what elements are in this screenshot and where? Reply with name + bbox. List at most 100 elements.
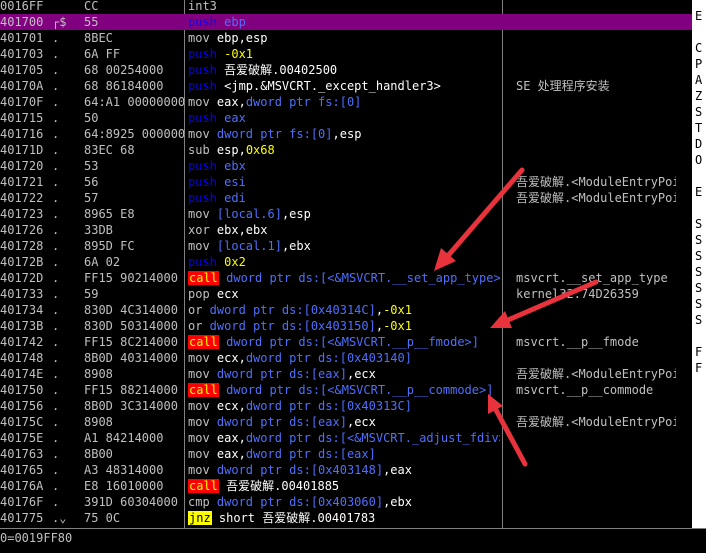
address-cell: 40170F (0, 95, 44, 109)
hex-bytes-cell: 33DB (84, 223, 113, 237)
address-cell: 40171D (0, 143, 44, 157)
code-row[interactable]: 401705. 68 00254000 push 吾爱破解.00402500 (0, 62, 692, 78)
comment-cell (516, 126, 676, 142)
mnemonic: mov (188, 367, 210, 381)
address-cell: 401775 (0, 511, 44, 525)
code-row[interactable]: 401763. 8B00 mov eax,dword ptr ds:[eax] (0, 446, 692, 462)
flow-marker: . (52, 159, 60, 173)
comment-cell (516, 478, 676, 494)
code-row[interactable]: 401775 .⌄ 75 0C jnz short 吾爱破解.00401783 (0, 510, 692, 526)
code-row[interactable]: 401748. 8B0D 40314000 mov ecx,dword ptr ds… (0, 350, 692, 366)
mnemonic: or (188, 303, 203, 317)
code-row[interactable]: 401700 ┌$ 55 push ebp (0, 14, 692, 30)
mnemonic: mov (188, 415, 210, 429)
code-row[interactable]: 40170F. 64:A1 00000000 mov eax,dword ptr f… (0, 94, 692, 110)
operand: ,esp (332, 127, 362, 141)
hex-bytes-cell: 8965 E8 (84, 207, 135, 221)
code-row[interactable]: 401715. 50 push eax (0, 110, 692, 126)
register-label: S (695, 105, 703, 119)
operand: [local.6] (209, 207, 282, 221)
hex-bytes-cell: A3 48314000 (84, 463, 164, 477)
code-row[interactable]: 40176F. 391D 60304000 cmp dword ptr ds:[0x… (0, 494, 692, 510)
operand: short 吾爱破解.00401783 (211, 511, 376, 525)
code-row[interactable]: 401728. 895D FC mov [local.1],ebx (0, 238, 692, 254)
code-row[interactable]: 40173B. 830D 50314000 or dword ptr ds:[0x4… (0, 318, 692, 334)
hex-bytes-cell: 8908 (84, 367, 113, 381)
operand: 0x2 (216, 255, 246, 269)
operand: dword ptr ds:[<&MSVCRT.__p__commode>] (218, 383, 494, 397)
address-cell: 40173B (0, 319, 44, 333)
hex-bytes-cell: 53 (84, 159, 99, 173)
code-row[interactable]: 401734. 830D 4C314000 or dword ptr ds:[0x4… (0, 302, 692, 318)
disassembly-cell: mov eax,dword ptr ds:[eax] (188, 446, 500, 462)
register-label: S (695, 249, 703, 263)
register-label: S (695, 233, 703, 247)
mnemonic: push (188, 63, 217, 77)
hex-bytes-cell: 68 86184000 (84, 79, 164, 93)
hex-bytes-cell: 8B00 (84, 447, 113, 461)
disassembly-cell: push esi (188, 174, 500, 190)
hex-bytes-cell: 64:8925 00000000 (84, 127, 184, 141)
address-cell: 0016FF (0, 0, 44, 13)
code-row[interactable]: 401765. A3 48314000 mov dword ptr ds:[0x40… (0, 462, 692, 478)
mnemonic: call (188, 479, 219, 493)
code-row[interactable]: 40172D. FF15 90214000 call dword ptr ds:[<… (0, 270, 692, 286)
mnemonic: mov (188, 239, 210, 253)
flow-marker (52, 0, 82, 14)
code-row[interactable]: 40174E. 8908 mov dword ptr ds:[eax],ecx 吾爱破… (0, 366, 692, 382)
code-row[interactable]: 401750. FF15 88214000 call dword ptr ds:[<… (0, 382, 692, 398)
operand: ecx, (209, 351, 246, 365)
code-row[interactable]: 401722. 57 push edi 吾爱破解.<ModuleEntryPoint> (0, 190, 692, 206)
code-row[interactable]: 0016FF CC int3 (0, 0, 692, 14)
flow-marker: . (52, 351, 60, 365)
comment-cell (516, 398, 676, 414)
flow-marker: . (52, 415, 60, 429)
code-row[interactable]: 40171D. 83EC 68 sub esp,0x68 (0, 142, 692, 158)
code-row[interactable]: 401726. 33DB xor ebx,ebx (0, 222, 692, 238)
registers-pane: ECPAZSTDOESSSSSSSFF (692, 0, 706, 528)
disassembly-pane[interactable]: 0016FF CC int3 401700 ┌$ 55 push ebp 401701. 8BE… (0, 0, 692, 528)
disassembly-cell: push ebx (188, 158, 500, 174)
code-row[interactable]: 40175C. 8908 mov dword ptr ds:[eax],ecx 吾爱破… (0, 414, 692, 430)
hex-bytes-cell: 55 (84, 15, 99, 29)
hex-bytes-cell: E8 16010000 (84, 479, 164, 493)
disassembly-cell: mov eax,dword ptr fs:[0] (188, 94, 500, 110)
hex-bytes-cell: 50 (84, 111, 99, 125)
code-row[interactable]: 401756. 8B0D 3C314000 mov ecx,dword ptr ds… (0, 398, 692, 414)
code-row[interactable]: 401720. 53 push ebx (0, 158, 692, 174)
disassembly-cell: or dword ptr ds:[0x40314C],-0x1 (188, 302, 500, 318)
address-cell: 401703 (0, 47, 44, 61)
code-row[interactable]: 40175E. A1 84214000 mov eax,dword ptr ds:[… (0, 430, 692, 446)
hex-bytes-cell: 57 (84, 191, 99, 205)
comment-cell (516, 510, 676, 526)
code-row[interactable]: 401742. FF15 8C214000 call dword ptr ds:[<… (0, 334, 692, 350)
mnemonic: mov (188, 399, 210, 413)
mnemonic: mov (188, 127, 210, 141)
disassembly-cell: mov dword ptr ds:[eax],ecx (188, 366, 500, 382)
address-cell: 40175E (0, 431, 44, 445)
mnemonic: jnz (188, 511, 212, 525)
code-row[interactable]: 401716. 64:8925 00000000 mov dword ptr fs:… (0, 126, 692, 142)
code-row[interactable]: 401721. 56 push esi 吾爱破解.<ModuleEntryPoint> (0, 174, 692, 190)
hex-bytes-cell: 6A 02 (84, 255, 121, 269)
code-row[interactable]: 40172B. 6A 02 push 0x2 (0, 254, 692, 270)
code-row[interactable]: 401733. 59 pop ecx kernel32.74D26359 (0, 286, 692, 302)
disassembly-cell: mov ecx,dword ptr ds:[0x40313C] (188, 398, 500, 414)
hex-bytes-cell: 83EC 68 (84, 143, 135, 157)
code-row[interactable]: 401701. 8BEC mov ebp,esp (0, 30, 692, 46)
flow-marker: . (52, 95, 60, 109)
disassembly-cell: push eax (188, 110, 500, 126)
address-cell: 401763 (0, 447, 44, 461)
register-label: E (695, 9, 703, 23)
status-bar: 0=0019FF80 (0, 528, 706, 553)
address-cell: 401722 (0, 191, 44, 205)
register-label: S (695, 297, 703, 311)
mnemonic: push (188, 159, 217, 173)
comment-cell (516, 158, 676, 174)
code-row[interactable]: 401723. 8965 E8 mov [local.6],esp (0, 206, 692, 222)
code-row[interactable]: 401703. 6A FF push -0x1 (0, 46, 692, 62)
code-row[interactable]: 40170A. 68 86184000 push <jmp.&MSVCRT._exc… (0, 78, 692, 94)
address-cell: 401756 (0, 399, 44, 413)
code-row[interactable]: 40176A. E8 16010000 call 吾爱破解.00401885 (0, 478, 692, 494)
comment-cell (516, 110, 676, 126)
